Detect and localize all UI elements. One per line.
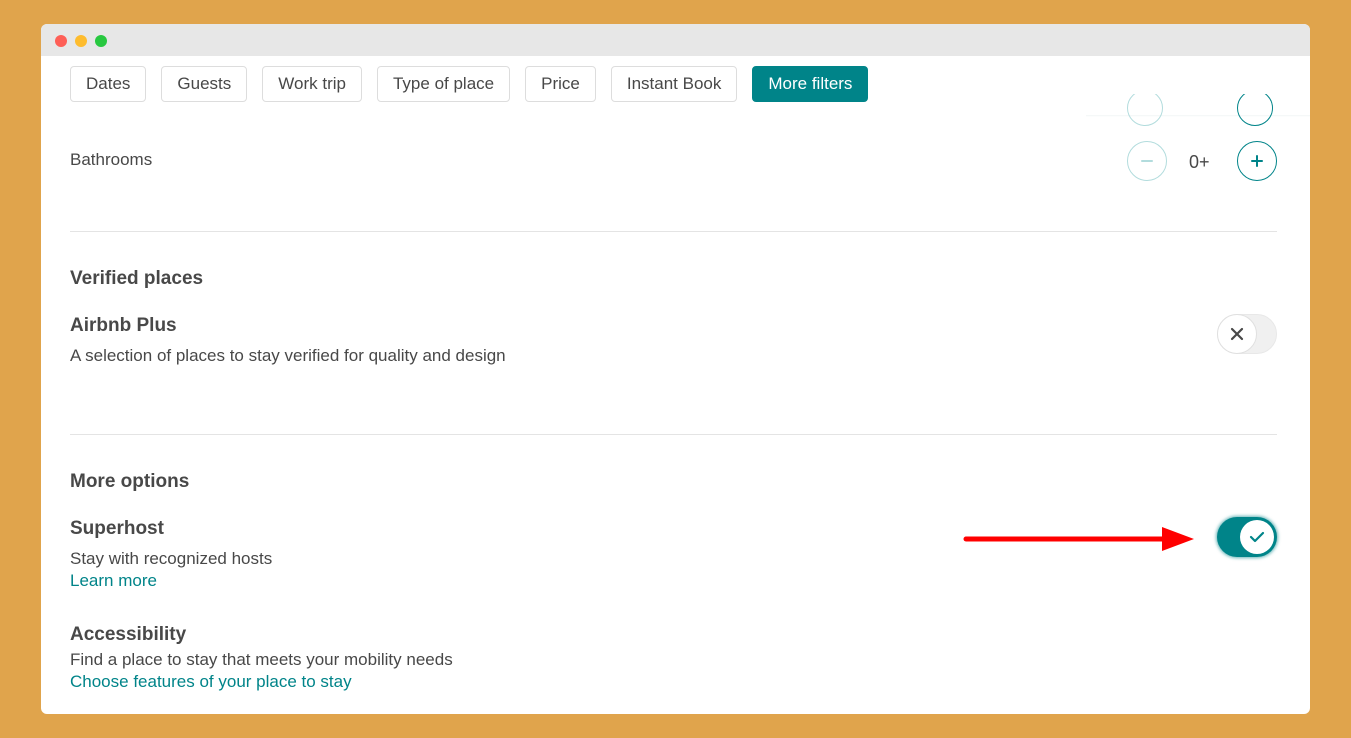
title-bar: [41, 24, 1310, 56]
minimize-window-button[interactable]: [75, 35, 87, 47]
check-icon: [1249, 531, 1265, 543]
verified-places-heading: Verified places: [70, 268, 204, 289]
superhost-toggle[interactable]: [1217, 517, 1277, 557]
minus-icon: [1141, 160, 1153, 162]
accessibility-description: Find a place to stay that meets your mob…: [70, 650, 453, 669]
annotation-arrow-icon: [963, 527, 1194, 551]
airbnb-plus-title: Airbnb Plus: [70, 315, 177, 336]
bathrooms-plus-button[interactable]: [1237, 141, 1277, 181]
filter-instant-book[interactable]: Instant Book: [610, 66, 738, 102]
accessibility-title: Accessibility: [70, 624, 187, 645]
section-divider: [70, 434, 1277, 435]
hidden-stepper-plus-button[interactable]: [1237, 94, 1275, 128]
airbnb-plus-description: A selection of places to stay verified f…: [70, 346, 506, 365]
filter-bar: Dates Guests Work trip Type of place Pri…: [70, 66, 869, 102]
airbnb-plus-toggle[interactable]: [1217, 314, 1277, 354]
filter-dates[interactable]: Dates: [70, 66, 147, 102]
superhost-learn-more-link[interactable]: Learn more: [70, 571, 157, 591]
bathrooms-value: 0+: [1189, 152, 1210, 172]
accessibility-features-link[interactable]: Choose features of your place to stay: [70, 672, 352, 692]
toggle-knob: [1240, 520, 1274, 554]
filter-price[interactable]: Price: [525, 66, 596, 102]
filter-guests[interactable]: Guests: [161, 66, 248, 102]
more-options-heading: More options: [70, 471, 190, 492]
hidden-stepper-minus-button[interactable]: [1127, 94, 1165, 128]
close-window-button[interactable]: [55, 35, 67, 47]
browser-window: Dates Guests Work trip Type of place Pri…: [41, 24, 1310, 714]
maximize-window-button[interactable]: [95, 35, 107, 47]
toggle-knob: [1217, 314, 1257, 354]
bathrooms-minus-button[interactable]: [1127, 141, 1167, 181]
superhost-description: Stay with recognized hosts: [70, 549, 273, 568]
close-icon: [1230, 327, 1244, 341]
filter-type-of-place[interactable]: Type of place: [376, 66, 511, 102]
superhost-title: Superhost: [70, 518, 164, 539]
section-divider: [70, 231, 1277, 232]
filter-more-filters[interactable]: More filters: [752, 66, 869, 102]
filter-work-trip[interactable]: Work trip: [262, 66, 362, 102]
scroll-shadow: [1086, 115, 1310, 117]
bathrooms-label: Bathrooms: [70, 150, 153, 169]
plus-icon: [1251, 155, 1263, 167]
